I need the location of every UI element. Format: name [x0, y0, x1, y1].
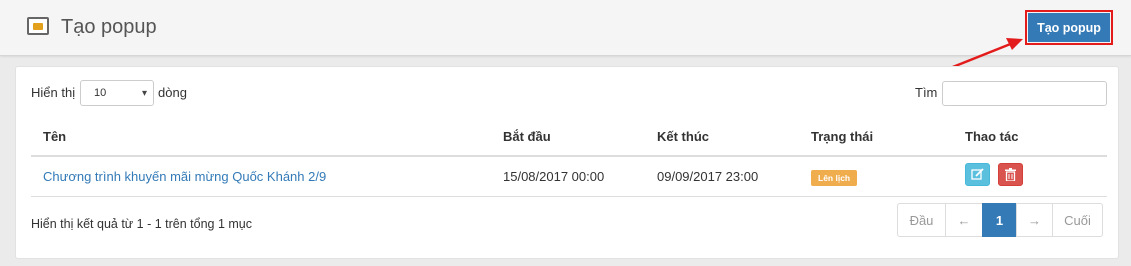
delete-button[interactable]	[998, 163, 1023, 186]
popup-list-panel: Hiển thị 10 ▾ dòng Tìm Tên Bắt đầu Kết t…	[15, 66, 1119, 259]
page-title: Tạo popup	[61, 16, 157, 38]
column-header-end: Kết thúc	[657, 129, 709, 144]
create-popup-button[interactable]: Tạo popup	[1028, 13, 1110, 42]
search-input[interactable]	[942, 81, 1107, 106]
edit-button[interactable]	[965, 163, 990, 186]
start-date: 15/08/2017 00:00	[503, 169, 605, 184]
pagination-last[interactable]: Cuối	[1052, 203, 1103, 237]
search-label: Tìm	[915, 85, 938, 100]
column-header-actions: Thao tác	[965, 129, 1019, 144]
page-length-select[interactable]: 10 ▾	[80, 80, 154, 106]
create-button-highlight: Tạo popup	[1025, 10, 1113, 45]
pagination-prev[interactable]: ←	[945, 203, 983, 237]
pagination-current[interactable]: 1	[982, 203, 1017, 237]
pagination-first[interactable]: Đầu	[897, 203, 946, 237]
column-header-name: Tên	[43, 129, 67, 144]
table-row: Chương trình khuyến mãi mừng Quốc Khánh …	[31, 157, 1107, 197]
end-date: 09/09/2017 23:00	[657, 169, 759, 184]
edit-icon	[971, 168, 984, 180]
popup-name-link[interactable]: Chương trình khuyến mãi mừng Quốc Khánh …	[43, 169, 326, 184]
length-suffix: dòng	[158, 85, 187, 100]
page-header: Tạo popup	[0, 0, 1131, 56]
popup-icon	[27, 17, 49, 35]
pagination-next[interactable]: →	[1016, 203, 1053, 237]
chevron-down-icon: ▾	[141, 88, 147, 99]
table-header: Tên Bắt đầu Kết thúc Trạng thái Thao tác	[31, 122, 1107, 157]
table-info: Hiển thị kết quả từ 1 - 1 trên tổng 1 mụ…	[31, 217, 252, 231]
status-badge: Lên lịch	[811, 170, 858, 186]
pagination: Đầu ← 1 → Cuối	[897, 203, 1103, 237]
column-header-start: Bắt đầu	[503, 129, 551, 144]
trash-icon	[1005, 168, 1016, 181]
column-header-status: Trạng thái	[811, 129, 874, 144]
length-label: Hiển thị	[31, 85, 76, 100]
